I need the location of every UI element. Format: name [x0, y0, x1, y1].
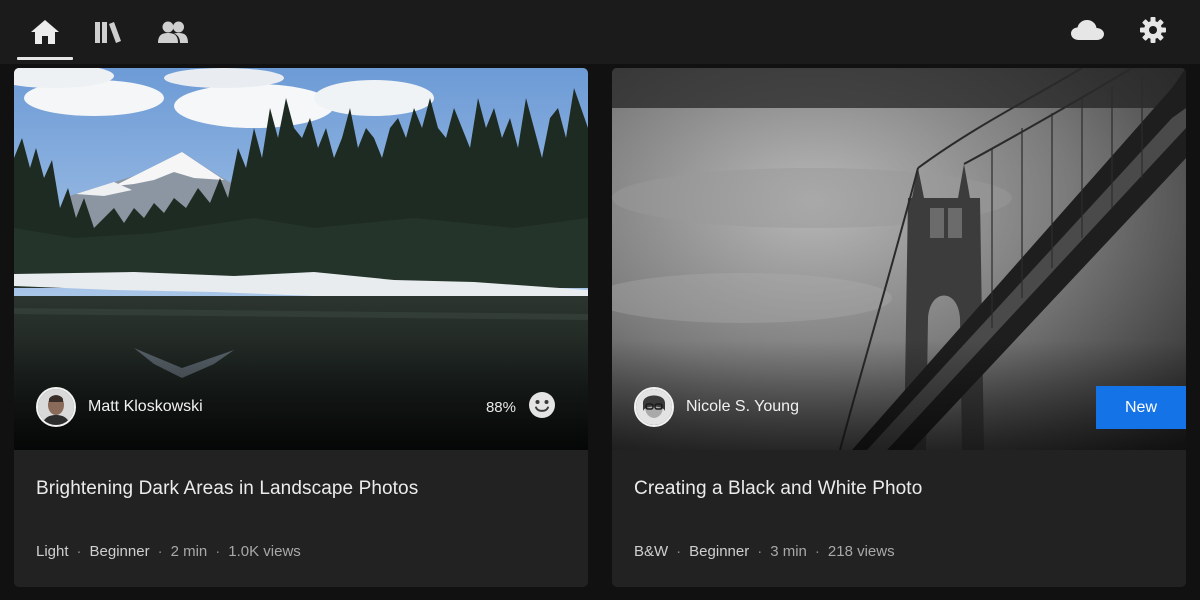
tutorial-card[interactable]: Matt Kloskowski 88% Brightening Dark Are… — [14, 68, 588, 587]
settings-button[interactable] — [1131, 14, 1175, 50]
people-icon — [157, 19, 189, 45]
separator: · — [215, 543, 221, 560]
view-count: 218 views — [827, 543, 895, 560]
duration: 2 min — [170, 543, 208, 560]
category-tag: B&W — [634, 543, 669, 560]
skill-level: Beginner — [89, 543, 150, 560]
tutorial-title: Creating a Black and White Photo — [634, 478, 923, 499]
author[interactable]: Nicole S. Young — [634, 386, 799, 428]
author[interactable]: Matt Kloskowski — [36, 386, 203, 428]
new-badge: New — [1096, 386, 1186, 429]
cloud-icon — [1070, 18, 1106, 47]
duration: 3 min — [770, 543, 807, 560]
smiley-icon — [528, 391, 556, 424]
author-name: Nicole S. Young — [686, 398, 799, 415]
author-name: Matt Kloskowski — [88, 398, 203, 415]
tutorial-title: Brightening Dark Areas in Landscape Phot… — [36, 478, 419, 499]
library-icon — [93, 19, 123, 45]
tab-learn[interactable] — [80, 14, 136, 50]
gear-icon — [1139, 16, 1167, 49]
separator: · — [157, 543, 163, 560]
tutorial-meta: Light · Beginner · 2 min · 1.0K views — [36, 543, 301, 560]
separator: · — [757, 543, 763, 560]
separator: · — [676, 543, 682, 560]
tab-community[interactable] — [145, 14, 201, 50]
cloud-sync-button[interactable] — [1066, 14, 1110, 50]
home-icon — [30, 19, 60, 45]
top-navigation-bar — [0, 0, 1200, 64]
tutorial-meta: B&W · Beginner · 3 min · 218 views — [634, 543, 895, 560]
separator: · — [76, 543, 82, 560]
avatar — [634, 387, 674, 427]
category-tag: Light — [36, 543, 69, 560]
rating: 88% — [486, 391, 556, 423]
skill-level: Beginner — [689, 543, 750, 560]
tutorial-card[interactable]: Nicole S. Young New Creating a Black and… — [612, 68, 1186, 587]
avatar — [36, 387, 76, 427]
view-count: 1.0K views — [228, 543, 301, 560]
tab-home[interactable] — [17, 14, 73, 60]
separator: · — [814, 543, 820, 560]
rating-percentage: 88% — [485, 398, 516, 416]
